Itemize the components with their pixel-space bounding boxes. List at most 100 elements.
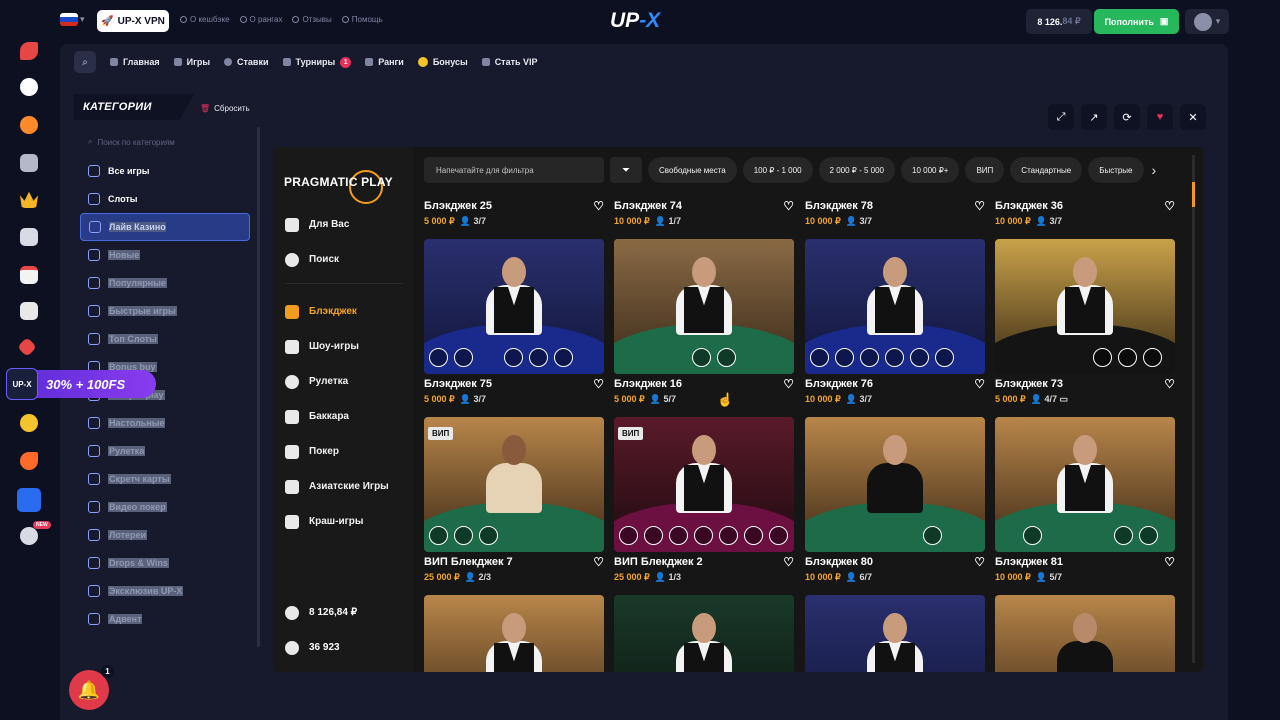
nav-item-ranks[interactable]: Ранги (365, 57, 404, 67)
category-item-roulette[interactable]: Рулетка (80, 437, 250, 465)
game-thumbnail[interactable] (614, 595, 794, 672)
deposit-button[interactable]: Пополнить ▣ (1094, 9, 1179, 34)
category-item-new[interactable]: Новые (80, 241, 250, 269)
case-icon[interactable] (20, 154, 38, 172)
heart-icon[interactable]: ♡ (593, 555, 604, 569)
favorite-heart-icon[interactable]: ♥ (1147, 104, 1173, 130)
promo-banner[interactable]: UP-X 30% + 100FS (6, 368, 156, 400)
category-item-exclusive[interactable]: Эксклюзив UP-X (80, 577, 250, 605)
game-card[interactable]: Блэкджек 81 ♡ 10 000 ₽ 👤 5/7 (995, 555, 1175, 583)
game-thumbnail[interactable] (805, 417, 985, 552)
dice-icon[interactable] (20, 228, 38, 246)
heart-icon[interactable]: ♡ (1164, 377, 1175, 391)
fullscreen-icon[interactable]: ⤢ (1048, 104, 1074, 130)
category-item-slots[interactable]: Слоты (80, 185, 250, 213)
game-thumbnail[interactable]: ВИП (424, 417, 604, 552)
heart-icon[interactable]: ♡ (974, 555, 985, 569)
category-item-advent[interactable]: Адвент (80, 605, 250, 633)
provider-menu-blackjack[interactable]: Блэкджек (285, 294, 405, 329)
category-item-live-casino[interactable]: Лайв Казино (80, 213, 250, 241)
game-thumbnail[interactable] (995, 239, 1175, 374)
game-thumbnail[interactable] (995, 595, 1175, 672)
game-thumbnail[interactable] (614, 239, 794, 374)
category-item-table[interactable]: Настольные (80, 409, 250, 437)
reset-button[interactable]: 🗑 Сбросить (200, 104, 250, 113)
game-card[interactable]: Блэкджек 80 ♡ 10 000 ₽ 👤 6/7 (805, 555, 985, 583)
calendar-icon[interactable] (20, 266, 38, 284)
funnel-icon[interactable]: ⏷ (610, 157, 642, 183)
refresh-icon[interactable]: ⟳ (1114, 104, 1140, 130)
provider-menu-search[interactable]: Поиск (285, 242, 405, 277)
profile-menu[interactable]: ▾ (1185, 9, 1229, 34)
game-card[interactable]: ВИП Блекджек 2 ♡ 25 000 ₽ 👤 1/3 (614, 555, 794, 583)
external-link-icon[interactable]: ↗ (1081, 104, 1107, 130)
provider-menu-asian[interactable]: Азиатские Игры (285, 469, 405, 504)
rocket-small-icon[interactable] (17, 337, 37, 357)
reviews-link[interactable]: Отзывы (292, 15, 332, 24)
provider-menu-crash[interactable]: Краш-игры (285, 504, 405, 539)
game-thumbnail[interactable] (424, 595, 604, 672)
nav-item-home[interactable]: Главная (110, 57, 160, 67)
category-item-video-poker[interactable]: Видео покер (80, 493, 250, 521)
category-item-fast[interactable]: Быстрые игры (80, 297, 250, 325)
nav-item-bets[interactable]: Ставки (224, 57, 269, 67)
game-card[interactable]: ВИП Блекджек 7 ♡ 25 000 ₽ 👤 2/3 (424, 555, 604, 583)
crown-icon[interactable] (20, 191, 38, 208)
language-flag-icon[interactable] (60, 13, 78, 26)
heart-icon[interactable]: ♡ (783, 377, 794, 391)
heart-icon[interactable]: ♡ (974, 377, 985, 391)
game-thumbnail[interactable] (424, 239, 604, 374)
nav-item-vip[interactable]: Стать VIP (481, 57, 538, 67)
game-card[interactable]: Блэкджек 25 ♡ 5 000 ₽ 👤 3/7 (424, 199, 604, 227)
game-thumbnail[interactable] (805, 239, 985, 374)
search-icon[interactable]: ⌕ (74, 51, 96, 73)
filter-chip-vip[interactable]: ВИП (965, 157, 1005, 183)
nav-item-tournaments[interactable]: Турниры 1 (282, 56, 352, 68)
provider-menu-game-shows[interactable]: Шоу-игры (285, 329, 405, 364)
category-item-drops-wins[interactable]: Drops & Wins (80, 549, 250, 577)
provider-menu-poker[interactable]: Покер (285, 434, 405, 469)
provider-menu-for-you[interactable]: Для Вас (285, 207, 405, 242)
balance-display[interactable]: 8 126. 84 ₽ (1026, 9, 1092, 34)
filter-chip-free-seats[interactable]: Свободные места (648, 157, 737, 183)
chevron-down-icon[interactable]: ▾ (80, 14, 85, 25)
help-link[interactable]: Помощь (341, 15, 383, 24)
ranks-link[interactable]: О рангах (239, 15, 282, 24)
filter-chip-standard[interactable]: Стандартные (1010, 157, 1083, 183)
game-thumbnail[interactable] (995, 417, 1175, 552)
chevron-right-icon[interactable]: › (1152, 162, 1157, 178)
game-thumbnail[interactable] (805, 595, 985, 672)
heart-icon[interactable]: ♡ (1164, 555, 1175, 569)
nav-item-bonuses[interactable]: Бонусы (417, 57, 468, 67)
vpn-button[interactable]: 🚀 UP-X VPN (97, 10, 169, 32)
provider-menu-roulette[interactable]: Рулетка (285, 364, 405, 399)
cherry-icon[interactable] (17, 488, 41, 512)
coin-icon[interactable] (20, 116, 38, 134)
game-card[interactable]: Блэкджек 16 ♡ 5 000 ₽ 👤 5/7 (614, 377, 794, 405)
game-card[interactable]: Блэкджек 36 ♡ 10 000 ₽ 👤 3/7 (995, 199, 1175, 227)
heart-icon[interactable]: ♡ (783, 199, 794, 213)
provider-menu-baccarat[interactable]: Баккара (285, 399, 405, 434)
site-logo[interactable]: UP-X (610, 9, 660, 33)
category-item-scratch[interactable]: Скретч карты (80, 465, 250, 493)
cashback-link[interactable]: О кешбэке (180, 15, 230, 24)
gold-coin-icon[interactable] (20, 414, 38, 432)
fire-rocket-icon[interactable] (20, 452, 38, 470)
rocket-icon[interactable] (20, 42, 38, 60)
category-search-input[interactable]: ⌕ Поиск по категориям (80, 133, 250, 151)
sidebar-scrollbar[interactable] (257, 127, 260, 647)
filter-chip-fast[interactable]: Быстрые (1088, 157, 1144, 183)
game-card[interactable]: Блэкджек 76 ♡ 10 000 ₽ 👤 3/7 (805, 377, 985, 405)
category-item-lotteries[interactable]: Лотереи (80, 521, 250, 549)
filter-chip-10000-plus[interactable]: 10 000 ₽+ (901, 157, 960, 183)
heart-icon[interactable]: ♡ (974, 199, 985, 213)
heart-icon[interactable]: ♡ (593, 377, 604, 391)
lollipop-icon[interactable] (20, 527, 38, 545)
nav-item-games[interactable]: Игры (173, 57, 210, 67)
game-card[interactable]: Блэкджек 73 ♡ 5 000 ₽ 👤 4/7 ▭ (995, 377, 1175, 405)
game-card[interactable]: Блэкджек 75 ♡ 5 000 ₽ 👤 3/7 (424, 377, 604, 405)
heart-icon[interactable]: ♡ (1164, 199, 1175, 213)
close-icon[interactable]: ✕ (1180, 104, 1206, 130)
filter-input[interactable]: Напечатайте для фильтра (424, 157, 604, 183)
game-thumbnail[interactable]: ВИП (614, 417, 794, 552)
